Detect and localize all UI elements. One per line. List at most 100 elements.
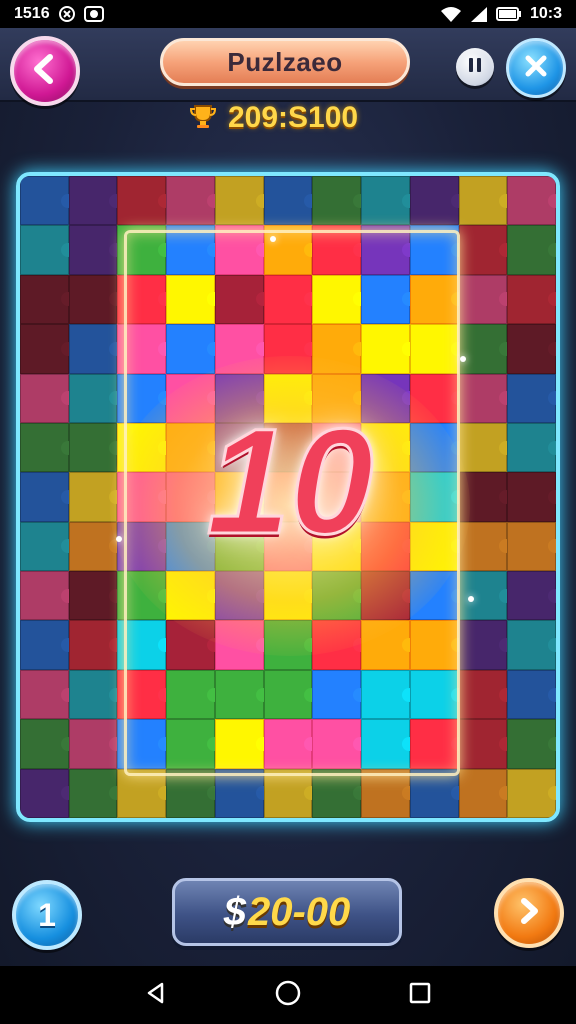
nav-recents-button[interactable]	[400, 975, 440, 1015]
puzzle-piece[interactable]	[458, 373, 508, 423]
nav-home-icon	[275, 980, 301, 1010]
puzzle-piece[interactable]	[507, 225, 556, 275]
hint-button[interactable]: 1	[12, 880, 82, 950]
puzzle-piece[interactable]	[68, 521, 118, 572]
puzzle-piece[interactable]	[409, 768, 459, 818]
puzzle-piece[interactable]	[166, 768, 215, 818]
puzzle-piece[interactable]	[20, 176, 69, 226]
puzzle-piece[interactable]	[458, 176, 508, 226]
puzzle-piece[interactable]	[20, 274, 69, 325]
puzzle-piece[interactable]	[20, 373, 69, 423]
puzzle-piece[interactable]	[214, 768, 264, 818]
puzzle-board[interactable]: 10	[16, 172, 560, 822]
puzzle-piece[interactable]	[458, 422, 508, 473]
puzzle-piece[interactable]	[507, 669, 556, 720]
wifi-icon	[440, 6, 462, 22]
back-button[interactable]	[10, 36, 80, 106]
sparkle	[460, 356, 466, 362]
nav-back-icon	[144, 981, 168, 1009]
status-time-right: 10:3	[529, 5, 562, 22]
title-banner: Puzlzaeo	[160, 38, 410, 86]
puzzle-piece[interactable]	[68, 768, 118, 818]
puzzle-piece[interactable]	[458, 324, 508, 374]
puzzle-piece[interactable]	[507, 274, 556, 325]
puzzle-piece[interactable]	[507, 719, 556, 769]
puzzle-piece[interactable]	[68, 373, 118, 423]
puzzle-piece[interactable]	[507, 422, 556, 473]
puzzle-piece[interactable]	[458, 274, 508, 325]
puzzle-piece[interactable]	[20, 719, 69, 769]
puzzle-piece[interactable]	[458, 571, 508, 621]
puzzle-piece[interactable]	[263, 176, 313, 226]
puzzle-piece[interactable]	[68, 324, 118, 374]
puzzle-piece[interactable]	[312, 176, 362, 226]
puzzle-piece[interactable]	[68, 176, 118, 226]
puzzle-piece[interactable]	[20, 571, 69, 621]
puzzle-piece[interactable]	[68, 225, 118, 275]
puzzle-piece[interactable]	[20, 472, 69, 522]
score-value: 209:S100	[228, 101, 359, 134]
next-icon	[514, 896, 544, 930]
puzzle-piece[interactable]	[361, 768, 410, 818]
close-button[interactable]	[506, 38, 566, 98]
camera-icon	[83, 5, 104, 23]
puzzle-piece[interactable]	[507, 768, 556, 818]
game-title: Puzlzaeo	[227, 46, 343, 77]
sync-icon	[58, 5, 76, 23]
puzzle-piece[interactable]	[214, 176, 264, 226]
puzzle-piece[interactable]	[507, 176, 556, 226]
puzzle-piece[interactable]	[507, 620, 556, 670]
puzzle-piece[interactable]	[68, 274, 118, 325]
pause-button[interactable]	[456, 48, 494, 86]
puzzle-piece[interactable]	[117, 176, 167, 226]
signal-icon	[470, 6, 488, 22]
puzzle-piece[interactable]	[20, 422, 69, 473]
puzzle-piece[interactable]	[409, 176, 459, 226]
puzzle-piece[interactable]	[458, 225, 508, 275]
close-icon	[522, 52, 550, 84]
nav-back-button[interactable]	[136, 975, 176, 1015]
puzzle-piece[interactable]	[68, 472, 118, 522]
puzzle-piece[interactable]	[507, 472, 556, 522]
puzzle-piece[interactable]	[458, 719, 508, 769]
puzzle-piece[interactable]	[68, 620, 118, 670]
puzzle-piece[interactable]	[20, 324, 69, 374]
nav-home-button[interactable]	[268, 975, 308, 1015]
puzzle-piece[interactable]	[68, 422, 118, 473]
sparkle	[116, 536, 122, 542]
puzzle-piece[interactable]	[20, 768, 69, 818]
puzzle-piece[interactable]	[68, 669, 118, 720]
puzzle-piece[interactable]	[20, 669, 69, 720]
puzzle-piece[interactable]	[458, 620, 508, 670]
puzzle-piece[interactable]	[458, 669, 508, 720]
puzzle-piece[interactable]	[507, 521, 556, 572]
coins-symbol: $	[223, 889, 246, 934]
puzzle-piece[interactable]	[507, 373, 556, 423]
coins-display[interactable]: $ 20-00	[172, 878, 402, 946]
system-nav-bar	[0, 966, 576, 1024]
puzzle-piece[interactable]	[361, 176, 410, 226]
sparkle	[270, 236, 276, 242]
puzzle-piece[interactable]	[458, 521, 508, 572]
puzzle-piece[interactable]	[312, 768, 362, 818]
level-number: 10	[205, 397, 375, 565]
coins-value: 20-00	[247, 889, 351, 934]
pause-icon	[465, 55, 485, 79]
puzzle-piece[interactable]	[20, 620, 69, 670]
puzzle-piece[interactable]	[68, 719, 118, 769]
battery-icon	[495, 7, 522, 21]
next-button[interactable]	[494, 878, 564, 948]
puzzle-piece[interactable]	[507, 571, 556, 621]
puzzle-piece[interactable]	[117, 768, 167, 818]
puzzle-piece[interactable]	[166, 176, 215, 226]
puzzle-piece[interactable]	[20, 225, 69, 275]
puzzle-piece[interactable]	[507, 324, 556, 374]
puzzle-piece[interactable]	[20, 521, 69, 572]
hint-label: 1	[38, 896, 56, 933]
puzzle-piece[interactable]	[263, 768, 313, 818]
puzzle-piece[interactable]	[458, 472, 508, 522]
puzzle-piece[interactable]	[458, 768, 508, 818]
score-display: 209:S100	[188, 98, 358, 138]
puzzle-piece[interactable]	[68, 571, 118, 621]
sparkle	[468, 596, 474, 602]
